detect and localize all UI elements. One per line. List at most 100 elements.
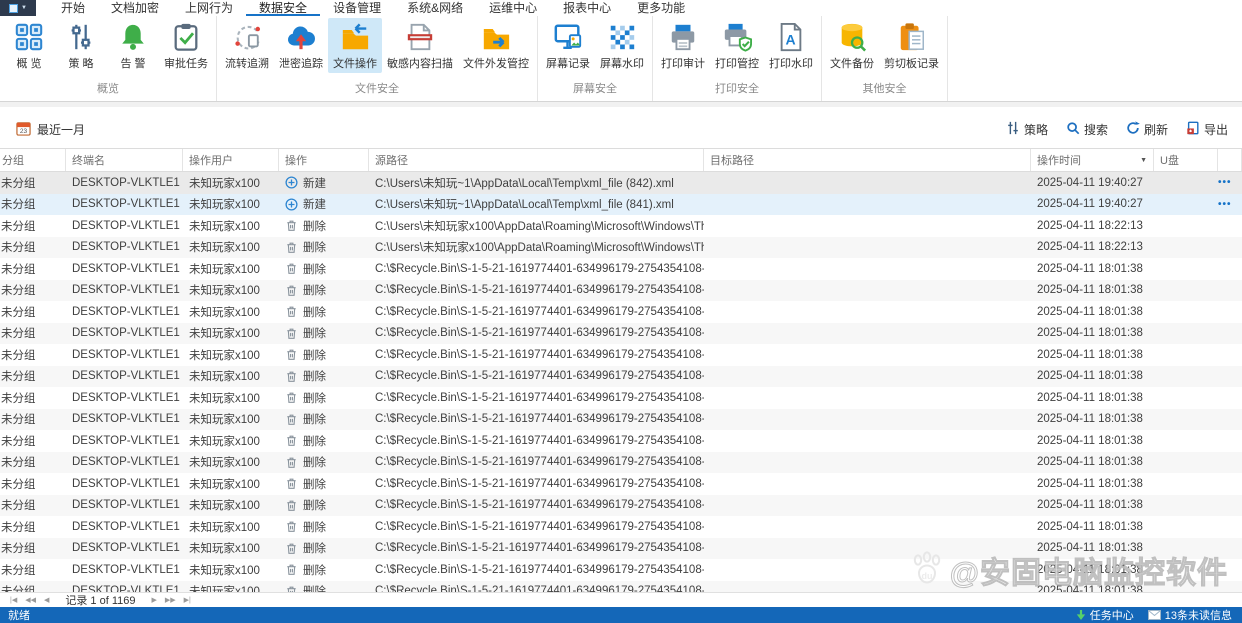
ribbon-button-label: 告 警 [120,58,146,70]
column-header-操作用户[interactable]: 操作用户 [183,149,279,171]
table-row[interactable]: 未分组DESKTOP-VLKTLE1未知玩家x100删除C:\$Recycle.… [0,451,1242,473]
menu-tab-8[interactable]: 报表中心 [550,0,624,16]
menu-tab-1[interactable]: 开始 [48,0,98,16]
search-button[interactable]: 搜索 [1066,121,1108,138]
table-row[interactable]: 未分组DESKTOP-VLKTLE1未知玩家x100删除C:\$Recycle.… [0,516,1242,538]
menu-tab-2[interactable]: 文档加密 [98,0,172,16]
create-op-icon [285,176,298,189]
cell-target-path [704,172,1031,194]
export-button[interactable]: 导出 [1186,121,1228,138]
column-header-操作时间[interactable]: 操作时间 ▼ [1031,149,1154,171]
task-center-button[interactable]: 任务中心 [1076,607,1134,623]
cell-usb [1154,409,1218,431]
ribbon-group: 打印审计 打印管控 A 打印水印 打印安全 [653,16,822,101]
menu-tab-3[interactable]: 上网行为 [172,0,246,16]
column-header-filler[interactable] [1218,149,1242,171]
delete-op-icon [285,542,298,555]
cell-user: 未知玩家x100 [189,306,260,319]
menu-tab-7[interactable]: 运维中心 [476,0,550,16]
ribbon-button[interactable]: 策 略 [55,18,107,73]
ribbon-button[interactable]: 告 警 [107,18,159,73]
table-row[interactable]: 未分组DESKTOP-VLKTLE1未知玩家x100删除C:\$Recycle.… [0,580,1242,593]
app-menu-button[interactable]: ▼ [0,0,36,16]
first-record-button[interactable]: |◀ [6,596,21,604]
cell-terminal: DESKTOP-VLKTLE1 [72,198,180,211]
menu-tab-4[interactable]: 数据安全 [246,0,321,16]
ribbon-button[interactable]: 打印审计 [656,18,710,73]
ribbon-button[interactable]: 屏幕记录 [541,18,595,73]
sort-arrow-icon[interactable]: ▼ [1140,157,1147,164]
ribbon-button[interactable]: 文件操作 [328,18,382,73]
ribbon-button[interactable]: 文件备份 [825,18,879,73]
table-row[interactable]: 未分组DESKTOP-VLKTLE1未知玩家x100删除C:\$Recycle.… [0,279,1242,301]
ribbon-button[interactable]: 屏幕水印 [595,18,649,73]
table-row[interactable]: 未分组DESKTOP-VLKTLE1未知玩家x100删除C:\$Recycle.… [0,344,1242,366]
column-header-源路径[interactable]: 源路径 [369,149,704,171]
unread-messages-button[interactable]: 13条未读信息 [1147,607,1232,623]
column-header-操作[interactable]: 操作 [279,149,369,171]
column-header-终端名[interactable]: 终端名 [66,149,183,171]
date-range-filter[interactable]: 23 最近一月 [16,121,85,139]
cell-usb [1154,516,1218,538]
ribbon-button[interactable]: 敏感内容扫描 [382,18,458,73]
ribbon-button[interactable]: 流转追溯 [220,18,274,73]
ribbon-button[interactable]: 剪切板记录 [879,18,944,73]
table-row[interactable]: 未分组DESKTOP-VLKTLE1未知玩家x100删除C:\$Recycle.… [0,387,1242,409]
column-header-目标路径[interactable]: 目标路径 [704,149,1031,171]
cell-operation: 新建 [279,194,369,216]
last-record-button[interactable]: ▶| [180,596,195,604]
refresh-button[interactable]: 刷新 [1126,121,1168,138]
delete-op-icon [285,284,298,297]
table-row[interactable]: 未分组DESKTOP-VLKTLE1未知玩家x100删除C:\$Recycle.… [0,559,1242,581]
ribbon-button[interactable]: 概 览 [3,18,55,73]
table-row[interactable]: 未分组DESKTOP-VLKTLE1未知玩家x100删除C:\$Recycle.… [0,408,1242,431]
table-row[interactable]: 未分组DESKTOP-VLKTLE1未知玩家x100删除C:\$Recycle.… [0,365,1242,387]
menu-tab-5[interactable]: 设备管理 [320,0,394,16]
policy-button[interactable]: 策略 [1006,121,1048,138]
cell-terminal: DESKTOP-VLKTLE1 [72,520,180,533]
row-menu-button[interactable]: ••• [1218,194,1242,216]
next-page-button[interactable]: ▶▶ [161,596,180,604]
table-row[interactable]: 未分组DESKTOP-VLKTLE1未知玩家x100删除C:\$Recycle.… [0,473,1242,495]
cell-terminal: DESKTOP-VLKTLE1 [72,585,180,592]
ribbon-button[interactable]: 打印管控 [710,18,764,73]
next-record-button[interactable]: ▶ [148,596,161,604]
column-header-分组[interactable]: 分组 [0,149,66,171]
filter-toolbar: 23 最近一月 策略 搜索 刷新 导出 [0,102,1242,148]
delete-op-icon [285,520,298,533]
prev-record-button[interactable]: ◀ [40,596,53,604]
table-row[interactable]: 未分组 DESKTOP-VLKTLE1 未知玩家x100 删除 C:\Users\未知玩… [0,236,1242,258]
delete-op-icon [285,434,298,447]
prev-page-button[interactable]: ◀◀ [21,596,40,604]
ribbon-button[interactable]: 文件外发管控 [458,18,534,73]
table-row[interactable]: 未分组 DESKTOP-VLKTLE1 未知玩家x100 删除 C:\Users\未知玩… [0,215,1242,237]
menu-tab-6[interactable]: 系统&网络 [394,0,476,16]
ribbon-group: 屏幕记录 屏幕水印 屏幕安全 [538,16,653,101]
table-row[interactable]: 未分组DESKTOP-VLKTLE1未知玩家x100删除C:\$Recycle.… [0,494,1242,517]
cell-usb [1154,581,1218,593]
menu-tab-9[interactable]: 更多功能 [624,0,698,16]
row-menu-button[interactable]: ••• [1218,172,1242,194]
table-row[interactable]: 未分组 DESKTOP-VLKTLE1 未知玩家x100 新建 C:\Users\未知玩… [0,172,1242,194]
table-row[interactable]: 未分组DESKTOP-VLKTLE1未知玩家x100删除C:\$Recycle.… [0,537,1242,560]
row-menu [1218,344,1242,366]
cell-terminal: DESKTOP-VLKTLE1 [72,542,180,555]
table-row[interactable]: 未分组DESKTOP-VLKTLE1未知玩家x100删除C:\$Recycle.… [0,301,1242,323]
menubar: ▼ 开始 文档加密 上网行为 数据安全 设备管理 系统&网络 运维中心 报表中心 更多功能 [0,0,1242,16]
cell-time: 2025-04-11 18:01:38 [1037,477,1143,490]
table-row[interactable]: 未分组DESKTOP-VLKTLE1未知玩家x100删除C:\$Recycle.… [0,258,1242,280]
delete-op-icon [285,348,298,361]
column-header-U盘[interactable]: U盘 [1154,149,1218,171]
table-row[interactable]: 未分组DESKTOP-VLKTLE1未知玩家x100删除C:\$Recycle.… [0,430,1242,452]
cell-source-path: C:\$Recycle.Bin\S-1-5-21-1619774401-6349… [375,305,704,318]
operation-label: 删除 [303,414,326,427]
grid-body[interactable]: 未分组 DESKTOP-VLKTLE1 未知玩家x100 新建 C:\Users\未知玩… [0,172,1242,592]
delete-op-icon [285,413,298,426]
ribbon-button[interactable]: A 打印水印 [764,18,818,73]
table-row[interactable]: 未分组 DESKTOP-VLKTLE1 未知玩家x100 新建 C:\Users\未知玩… [0,193,1242,216]
ribbon-button[interactable]: 审批任务 [159,18,213,73]
ribbon-button[interactable]: 泄密追踪 [274,18,328,73]
cell-target-path [704,495,1031,517]
table-row[interactable]: 未分组DESKTOP-VLKTLE1未知玩家x100删除C:\$Recycle.… [0,322,1242,344]
cell-target-path [704,538,1031,560]
